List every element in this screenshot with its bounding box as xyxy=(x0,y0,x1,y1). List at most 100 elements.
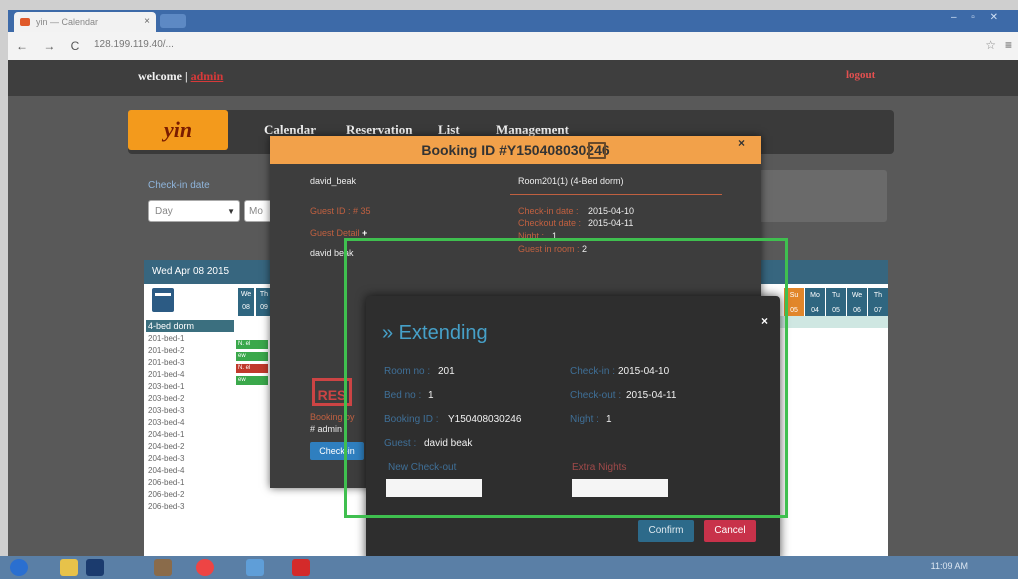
calendar-icon[interactable] xyxy=(152,288,174,312)
room-group-label: 4-bed dorm xyxy=(146,320,234,332)
welcome-text: welcome | admin xyxy=(138,69,223,84)
room-row-label: 203-bed-3 xyxy=(148,406,185,415)
bed-no-label: Bed no : xyxy=(384,390,422,401)
new-checkout-input[interactable] xyxy=(386,479,482,497)
chrome-icon[interactable] xyxy=(196,559,214,576)
night-value: 1 xyxy=(606,414,612,425)
booking-bar[interactable]: N. el xyxy=(236,340,268,349)
extra-nights-label: Extra Nights xyxy=(572,462,627,473)
group-row-highlight xyxy=(774,316,888,328)
browser-tab[interactable]: yin — Calendar × xyxy=(14,12,156,32)
photoshop-icon[interactable] xyxy=(86,559,104,576)
close-tab-icon[interactable]: × xyxy=(144,12,150,32)
url-input[interactable]: 128.199.119.40/... xyxy=(94,39,174,50)
right-filter-panel xyxy=(750,170,887,222)
app-icon[interactable] xyxy=(246,559,264,576)
room-row-label: 201-bed-3 xyxy=(148,358,185,367)
taskbar: 11:09 AM xyxy=(0,556,1018,579)
cancel-button[interactable]: Cancel xyxy=(704,520,756,542)
booking-by-label: Booking by xyxy=(310,412,355,422)
room-row-label: 203-bed-2 xyxy=(148,394,185,403)
room-row-label: 204-bed-1 xyxy=(148,430,185,439)
checkin-date-label: Check-in date xyxy=(148,180,210,191)
calendar-date: Wed Apr 08 2015 xyxy=(152,266,230,277)
booking-by-value: # admin xyxy=(310,424,343,434)
room-row-label: 201-bed-1 xyxy=(148,334,185,343)
booking-id-value: Y150408030246 xyxy=(448,414,522,425)
checkout-value: 2015-04-11 xyxy=(626,390,677,401)
booking-bar[interactable]: N. el xyxy=(236,364,268,373)
room-info: Room201(1) (4-Bed dorm) xyxy=(518,176,624,186)
checkout-date-value: 2015-04-11 xyxy=(588,218,634,228)
guest-id: Guest ID : # 35 xyxy=(310,206,371,216)
room-no-label: Room no : xyxy=(384,366,431,377)
new-tab-button[interactable] xyxy=(160,14,186,28)
booking-id-label: Booking ID : xyxy=(384,414,439,425)
new-checkout-label: New Check-out xyxy=(388,462,457,473)
add-guest-icon[interactable]: + xyxy=(362,228,367,238)
guests-value: 2 xyxy=(582,244,588,254)
booking-modal-title: Booking ID #Y150408030246 xyxy=(421,142,610,158)
top-bar: welcome | admin logout xyxy=(8,60,1018,96)
welcome-label: welcome | xyxy=(138,69,191,83)
system-clock: 11:09 AM xyxy=(930,561,968,571)
room-no-value: 201 xyxy=(438,366,455,377)
address-bar: ← → C 128.199.119.40/... ☆ ≡ xyxy=(8,32,1018,61)
room-row-label: 201-bed-4 xyxy=(148,370,185,379)
room-row-label: 204-bed-4 xyxy=(148,466,185,475)
day-select-value: Day xyxy=(155,206,173,217)
back-forward-reload-icons[interactable]: ← → C xyxy=(16,39,85,53)
extending-modal: × » Extending Room no : 201 Check-in : 2… xyxy=(366,296,780,556)
booking-bar[interactable]: ew xyxy=(236,352,268,361)
booking-bar[interactable]: ew xyxy=(236,376,268,385)
close-icon[interactable]: × xyxy=(761,314,768,328)
night-label: Night : xyxy=(518,231,545,241)
admin-link[interactable]: admin xyxy=(191,69,224,83)
checkout-label: Check-out : xyxy=(570,390,622,401)
confirm-button[interactable]: Confirm xyxy=(638,520,694,542)
page: welcome | admin logout yin Calendar Rese… xyxy=(8,60,1018,556)
room-row-label: 206-bed-2 xyxy=(148,490,185,499)
room-row-label: 204-bed-3 xyxy=(148,454,185,463)
room-row-label: 206-bed-3 xyxy=(148,502,185,511)
day-header: We 08 xyxy=(238,288,254,316)
close-icon[interactable]: × xyxy=(738,136,745,150)
window-controls[interactable]: – ▫ ✕ xyxy=(951,12,1004,23)
folder-icon[interactable] xyxy=(60,559,78,576)
bed-no-value: 1 xyxy=(428,390,434,401)
guest-value: david beak xyxy=(424,438,473,449)
pdf-icon[interactable] xyxy=(292,559,310,576)
chevron-down-icon: ▼ xyxy=(227,207,235,216)
logout-link[interactable]: logout xyxy=(846,69,875,81)
modal-title: » Extending xyxy=(382,322,488,344)
extra-nights-input[interactable] xyxy=(572,479,668,497)
checkin-value: 2015-04-10 xyxy=(618,366,670,377)
booking-modal-header: Booking ID #Y150408030246 xyxy=(270,136,761,164)
room-row-label: 203-bed-1 xyxy=(148,382,185,391)
night-label: Night : xyxy=(570,414,599,425)
day-select[interactable]: Day ▼ xyxy=(148,200,240,222)
guests-label: Guest in room : xyxy=(518,244,580,254)
checkin-date-label: Check-in date : xyxy=(518,206,579,216)
checkin-date-value: 2015-04-10 xyxy=(588,206,635,216)
guest-label: Guest : xyxy=(384,438,417,449)
room-row-label: 203-bed-4 xyxy=(148,418,185,427)
reserved-stamp: RES xyxy=(312,378,352,406)
checkout-date-label: Checkout date : xyxy=(518,218,582,228)
room-row-label: 206-bed-1 xyxy=(148,478,185,487)
bookmark-star-icon[interactable]: ☆ xyxy=(985,38,996,52)
guest-name: david_beak xyxy=(310,176,357,186)
checkin-label: Check-in : xyxy=(570,366,616,377)
start-button-icon[interactable] xyxy=(10,559,28,576)
favicon-icon xyxy=(20,18,30,26)
checkin-button[interactable]: Check-in xyxy=(310,442,364,460)
logo[interactable]: yin xyxy=(128,110,228,150)
night-value: 1 xyxy=(552,231,558,241)
browser-menu-icon[interactable]: ≡ xyxy=(1005,38,1012,52)
app-icon[interactable] xyxy=(154,559,172,576)
room-row-label: 204-bed-2 xyxy=(148,442,185,451)
room-row-label: 201-bed-2 xyxy=(148,346,185,355)
edit-icon[interactable] xyxy=(588,142,606,159)
tab-title: yin — Calendar xyxy=(36,17,99,27)
checkin-filter: Check-in date Day ▼ Mo xyxy=(138,172,278,222)
